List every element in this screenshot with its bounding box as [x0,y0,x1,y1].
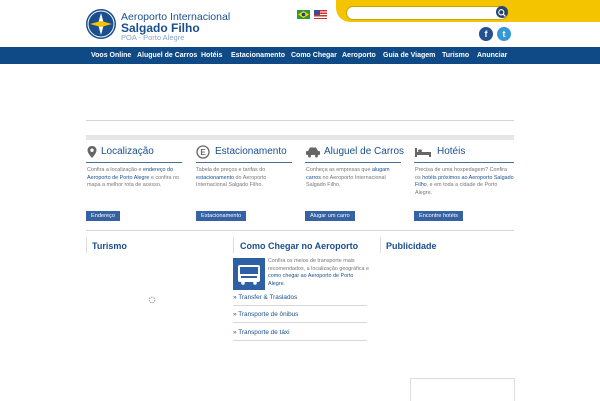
divider [86,162,182,163]
section-text-localizacao: Confira a localização e endereço do Aero… [87,167,180,189]
loading-spinner-icon [148,296,156,304]
bus-stop-icon[interactable] [233,258,265,290]
section-text-hoteis: Precisa de uma hospedagem? Confira os ho… [415,167,514,196]
nav-aluguel-carros[interactable]: Aluguel de Carros [137,47,197,64]
compass-icon [87,10,115,38]
divider [380,237,381,253]
divider [86,135,514,140]
divider [86,237,87,253]
divider [86,230,514,231]
transporte-taxi-link[interactable]: » Transporte de táxi [233,329,289,336]
section-title-aluguel-carros[interactable]: Aluguel de Carros [324,146,404,157]
nav-aeroporto[interactable]: Aeroporto [342,47,376,64]
nav-voos-online[interactable]: Voos Online [91,47,131,64]
nav-anunciar[interactable]: Anunciar [477,47,507,64]
usa-flag-icon[interactable] [314,10,327,19]
bed-icon [415,148,431,157]
estacionamento-link[interactable]: estacionamento [196,175,234,181]
parking-icon: E [196,145,210,159]
svg-text:E: E [200,148,206,157]
divider [233,340,367,341]
endereco-button[interactable]: Endereço [86,211,120,221]
facebook-icon[interactable]: f [479,27,493,41]
nav-estacionamento[interactable]: Estacionamento [231,47,285,64]
divider [414,162,514,163]
nav-guia-viagem[interactable]: Guia de Viagem [383,47,435,64]
airport-logo[interactable] [86,9,116,39]
divider [86,120,514,121]
nav-como-chegar[interactable]: Como Chegar [291,47,337,64]
map-pin-icon [87,146,97,158]
section-title-localizacao[interactable]: Localização [101,146,154,157]
section-text-aluguel-carros: Conheça as empresas que alugam carros no… [306,167,390,189]
turismo-title[interactable]: Turismo [92,241,127,251]
twitter-icon[interactable]: t [497,27,511,41]
transporte-onibus-link[interactable]: » Transporte de ônibus [233,311,298,318]
nav-hoteis[interactable]: Hotéis [201,47,222,64]
search-input[interactable] [346,6,508,20]
section-title-estacionamento[interactable]: Estacionamento [215,146,287,157]
divider [305,162,401,163]
advertisement-box[interactable] [410,378,515,401]
search-icon[interactable] [496,6,508,18]
como-chegar-title[interactable]: Como Chegar no Aeroporto [240,241,358,251]
section-title-hoteis[interactable]: Hotéis [437,146,465,157]
site-subtitle: POA - Porto Alegre [121,33,185,42]
encontre-hoteis-button[interactable]: Encontre hotéis [414,211,463,221]
divider [233,237,234,253]
divider [233,305,367,306]
car-icon [306,147,320,158]
brazil-flag-icon[interactable] [297,10,310,19]
publicidade-title: Publicidade [386,241,437,251]
nav-turismo[interactable]: Turismo [442,47,469,64]
estacionamento-button[interactable]: Estacionamento [196,211,247,221]
como-chegar-text: Confira os meios de transporte mais reco… [268,258,369,287]
divider [233,322,367,323]
como-chegar-link[interactable]: como chegar ao Aeroporto de Porto Alegre [268,273,353,287]
alugar-carro-button[interactable]: Alugar um carro [305,211,355,221]
divider [196,162,292,163]
main-navigation: Voos Online Aluguel de Carros Hotéis Est… [0,47,600,64]
section-text-estacionamento: Tabela de preços e tarifas do estacionam… [196,167,267,189]
transfer-traslados-link[interactable]: » Transfer & Traslados [233,294,297,301]
